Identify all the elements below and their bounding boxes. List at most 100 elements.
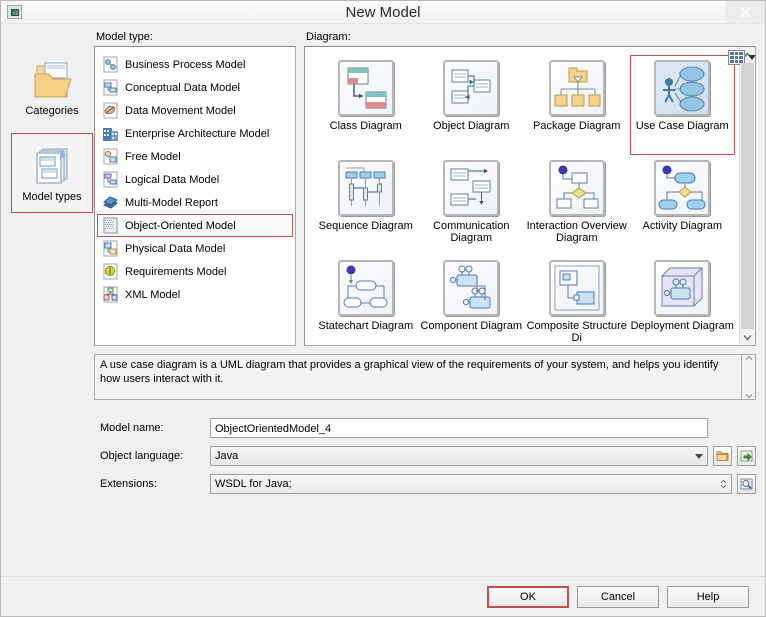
diagram-scrollbar[interactable] [739,47,755,345]
diagram-item-interaction-overview[interactable]: Interaction Overview Diagram [524,155,630,255]
sidebar-item-label: Categories [25,104,79,117]
title-bar: New Model [1,1,765,24]
diagram-item-label: Object Diagram [433,120,510,132]
list-item-label: Physical Data Model [125,242,226,255]
sidebar-item-label: Model types [22,190,82,203]
sidebar-item-categories[interactable]: Categories [11,47,93,127]
list-item-label: XML Model [125,288,181,301]
communication-diagram-icon [443,160,500,216]
diagram-grid[interactable]: Class Diagram Object Diagram Package Dia… [305,47,739,345]
green-arrow-import-icon[interactable] [737,446,756,466]
close-icon[interactable] [725,1,765,23]
list-item-label: Data Movement Model [125,104,236,117]
main-columns: Model type: Business Process Model Conce… [94,31,756,616]
list-item-label: Enterprise Architecture Model [125,127,270,140]
scroll-down-icon[interactable] [745,393,753,399]
scrollbar-thumb[interactable] [741,63,754,329]
list-item-label: Conceptual Data Model [125,81,240,94]
chevron-down-icon[interactable] [695,453,703,459]
class-diagram-icon [337,60,394,116]
ok-button[interactable]: OK [487,585,569,608]
help-button[interactable]: Help [667,585,749,608]
model-form: Model name: ObjectOrientedModel_4 Object… [94,414,756,498]
new-model-dialog: New Model Categories Model types Model t… [0,0,766,617]
interaction-overview-diagram-icon [548,160,605,216]
list-item[interactable]: Physical Data Model [97,237,293,260]
package-diagram-icon [548,60,605,116]
diagram-item-statechart[interactable]: Statechart Diagram [313,255,419,345]
diagram-item-label: Package Diagram [533,120,621,132]
diagram-item-class[interactable]: Class Diagram [313,55,419,155]
model-name-row: Model name: ObjectOrientedModel_4 [100,414,756,442]
list-item[interactable]: Business Process Model [97,53,293,76]
sidebar-rail: Categories Model types [10,31,94,616]
list-item[interactable]: Requirements Model [97,260,293,283]
extensions-input[interactable]: WSDL for Java; [210,474,732,494]
diagram-header: Diagram: [306,31,351,43]
scroll-up-icon[interactable] [745,355,753,361]
object-oriented-model-icon [102,217,119,234]
deployment-diagram-icon [654,260,711,316]
cancel-button[interactable]: Cancel [577,585,659,608]
list-item[interactable]: Multi-Model Report [97,191,293,214]
use-case-diagram-icon [654,60,711,116]
diagram-item-label: Activity Diagram [642,220,722,232]
list-item-object-oriented-model[interactable]: Object-Oriented Model [97,214,293,237]
description-text: A use case diagram is a UML diagram that… [94,354,742,400]
statechart-diagram-icon [337,260,394,316]
diagram-item-package[interactable]: Package Diagram [524,55,630,155]
list-item-label: Business Process Model [125,58,246,71]
model-name-label: Model name: [100,422,164,434]
object-diagram-icon [443,60,500,116]
object-language-label: Object language: [100,450,184,462]
physical-data-model-icon [102,240,119,257]
model-name-input[interactable]: ObjectOrientedModel_4 [210,418,708,438]
diagram-item-deployment[interactable]: Deployment Diagram [630,255,736,345]
description-scrollbar[interactable] [742,354,756,400]
requirements-model-icon [102,263,119,280]
list-item[interactable]: Data Movement Model [97,99,293,122]
xml-model-icon [102,286,119,303]
spinner-icon[interactable] [720,479,727,489]
scrollbar-track[interactable] [740,63,755,329]
categories-folder-icon [29,58,75,102]
page-title: New Model [345,3,421,21]
list-item[interactable]: XML Model [97,283,293,306]
diagram-item-use-case[interactable]: Use Case Diagram [629,55,735,155]
dialog-footer: OK Cancel Help [1,576,765,616]
list-item[interactable]: Logical Data Model [97,168,293,191]
object-language-row: Object language: Java [100,442,756,470]
logical-data-model-icon [102,171,119,188]
magnifier-properties-icon[interactable] [737,474,756,494]
diagram-item-component[interactable]: Component Diagram [419,255,525,345]
sequence-diagram-icon [337,160,394,216]
selection-row: Model type: Business Process Model Conce… [94,31,756,346]
diagram-item-activity[interactable]: Activity Diagram [630,155,736,255]
diagram-item-composite-structure[interactable]: Composite Structure Di [524,255,630,345]
list-item-label: Logical Data Model [125,173,220,186]
scroll-down-icon[interactable] [740,329,755,345]
business-process-model-icon [102,56,119,73]
dialog-body: Categories Model types Model type: Busin… [1,24,765,616]
component-diagram-icon [443,260,500,316]
object-language-select[interactable]: Java [210,446,708,466]
list-item[interactable]: Conceptual Data Model [97,76,293,99]
free-model-icon [102,148,119,165]
chevron-down-icon[interactable] [748,55,756,60]
diagram-item-label: Communication Diagram [433,220,510,244]
object-language-value: Java [215,450,239,462]
list-item[interactable]: Enterprise Architecture Model [97,122,293,145]
model-type-list[interactable]: Business Process Model Conceptual Data M… [94,46,296,346]
diagram-grid-panel: Class Diagram Object Diagram Package Dia… [304,46,756,346]
activity-diagram-icon [654,160,711,216]
diagram-item-sequence[interactable]: Sequence Diagram [313,155,419,255]
list-item-label: Multi-Model Report [125,196,218,209]
diagram-item-label: Use Case Diagram [635,120,729,132]
enterprise-architecture-model-icon [102,125,119,142]
diagram-item-communication[interactable]: Communication Diagram [419,155,525,255]
folder-open-icon[interactable] [713,446,732,466]
list-item[interactable]: Free Model [97,145,293,168]
diagram-item-object[interactable]: Object Diagram [419,55,525,155]
sidebar-item-model-types[interactable]: Model types [11,133,93,213]
list-item-label: Object-Oriented Model [125,219,236,232]
